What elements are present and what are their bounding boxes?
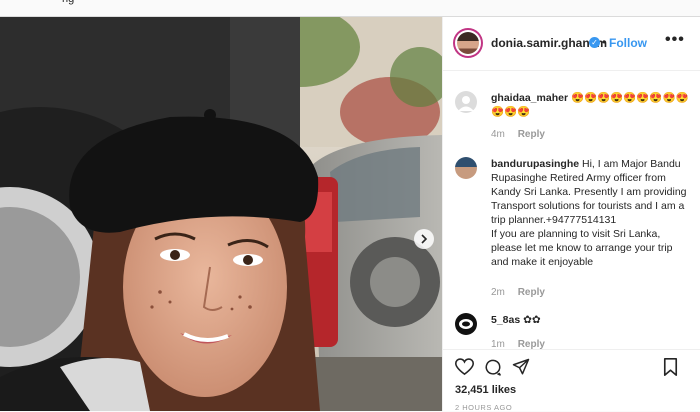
comment-avatar[interactable]	[455, 157, 477, 179]
selfie-image	[0, 17, 442, 411]
comment-button[interactable]	[484, 358, 502, 381]
share-button[interactable]	[512, 358, 530, 381]
comments-list[interactable]: ghaidaa_maher 😍😍😍😍😍😍😍😍😍😍😍😍 4m Reply band…	[443, 71, 700, 349]
avatar-image	[457, 32, 479, 54]
comment-username[interactable]: 5_8as	[491, 314, 520, 326]
share-icon	[512, 358, 530, 375]
post-actions: 32,451 likes 2 HOURS AGO	[443, 349, 700, 412]
comment-meta: 1m Reply	[491, 339, 545, 349]
post-header: donia.samir.ghanem ✓ • Follow •••	[443, 17, 700, 71]
bookmark-icon	[663, 358, 678, 376]
reply-button[interactable]: Reply	[518, 129, 545, 140]
reply-button[interactable]: Reply	[518, 287, 545, 298]
comment-username[interactable]: ghaidaa_maher	[491, 92, 568, 104]
comment-meta: 4m Reply	[491, 129, 545, 140]
comment-username[interactable]: bandurupasinghe	[491, 158, 579, 170]
save-button[interactable]	[663, 358, 678, 381]
follow-button[interactable]: Follow	[609, 36, 647, 50]
post-timestamp: 2 HOURS AGO	[455, 403, 513, 412]
top-text-fragment: ng	[62, 0, 74, 5]
top-strip: ng	[0, 0, 700, 16]
post-photo[interactable]	[0, 17, 442, 411]
comment-bubble-icon	[485, 359, 501, 376]
avatar-logo-icon	[459, 319, 473, 329]
comment-text: ✿✿	[523, 314, 541, 326]
comment-age: 1m	[491, 339, 505, 349]
next-photo-button[interactable]	[414, 229, 434, 249]
chevron-right-icon	[421, 234, 428, 244]
post-container: donia.samir.ghanem ✓ • Follow ••• ghaida…	[0, 16, 700, 412]
default-avatar-icon	[458, 96, 474, 111]
comment-age: 4m	[491, 129, 505, 140]
comment-avatar[interactable]	[455, 91, 477, 113]
separator-dot: •	[602, 35, 607, 49]
verified-badge-icon: ✓	[589, 37, 600, 48]
comment-age: 2m	[491, 287, 505, 298]
more-options-icon[interactable]: •••	[665, 31, 685, 49]
post-side-panel: donia.samir.ghanem ✓ • Follow ••• ghaida…	[442, 17, 700, 412]
heart-icon	[454, 358, 475, 376]
comment-text: Hi, I am Major Bandu Rupasinghe Retired …	[491, 158, 687, 268]
avatar[interactable]	[453, 28, 483, 58]
comment-avatar[interactable]	[455, 313, 477, 335]
reply-button[interactable]: Reply	[518, 339, 545, 349]
like-button[interactable]	[454, 358, 475, 381]
likes-count[interactable]: 32,451 likes	[455, 384, 516, 396]
comment-meta: 2m Reply	[491, 287, 545, 298]
